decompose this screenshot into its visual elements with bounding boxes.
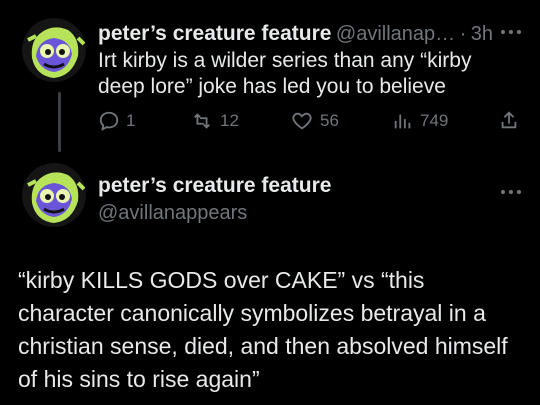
author-handle[interactable]: @avillanap… bbox=[336, 23, 455, 45]
more-options-button[interactable] bbox=[500, 180, 522, 203]
like-action[interactable]: 56 bbox=[290, 110, 339, 132]
author-handle[interactable]: @avillanappears bbox=[98, 202, 247, 225]
tweet-line-4: of his sins to rise again” bbox=[18, 366, 260, 392]
heart-icon bbox=[292, 112, 312, 130]
reply-header: peter’s creature feature @avillanap… · 3… bbox=[98, 22, 493, 46]
reply-line-1: Irt kirby is a wilder series than any “k… bbox=[98, 49, 472, 72]
repost-count: 12 bbox=[220, 111, 239, 130]
tweet-body: “kirby KILLS GODS over CAKE” vs “this ch… bbox=[18, 264, 533, 396]
tweet-line-2: character canonically symbolizes betraya… bbox=[18, 300, 486, 326]
author-name[interactable]: peter’s creature feature bbox=[98, 174, 331, 198]
views-chart-icon bbox=[394, 114, 411, 129]
views-action[interactable]: 749 bbox=[392, 110, 448, 132]
comment-icon bbox=[99, 111, 119, 131]
avatar[interactable] bbox=[22, 163, 86, 227]
share-button[interactable] bbox=[498, 108, 520, 132]
repost-icon bbox=[194, 113, 210, 129]
avatar[interactable] bbox=[22, 18, 86, 82]
timestamp[interactable]: 3h bbox=[471, 23, 493, 45]
avatar-image bbox=[22, 18, 86, 82]
share-icon bbox=[501, 111, 517, 129]
repost-action[interactable]: 12 bbox=[190, 110, 239, 132]
tweet-line-3: christian sense, died, and then absolved… bbox=[18, 333, 508, 359]
tweet-line-1: “kirby KILLS GODS over CAKE” vs “this bbox=[18, 267, 425, 293]
reply-line-2: deep lore” joke has led you to believe bbox=[98, 75, 446, 98]
avatar-image bbox=[22, 163, 86, 227]
like-count: 56 bbox=[320, 111, 339, 130]
reply-body: Irt kirby is a wilder series than any “k… bbox=[98, 48, 528, 100]
more-dots-icon bbox=[501, 30, 521, 34]
reply-count: 1 bbox=[126, 111, 136, 130]
author-name[interactable]: peter’s creature feature bbox=[98, 22, 331, 45]
more-dots-icon bbox=[501, 190, 521, 194]
thread-connector-line bbox=[58, 92, 61, 152]
reply-action[interactable]: 1 bbox=[98, 110, 135, 132]
separator-dot: · bbox=[459, 23, 467, 45]
view-count: 749 bbox=[420, 111, 449, 130]
more-options-button[interactable] bbox=[500, 20, 522, 43]
